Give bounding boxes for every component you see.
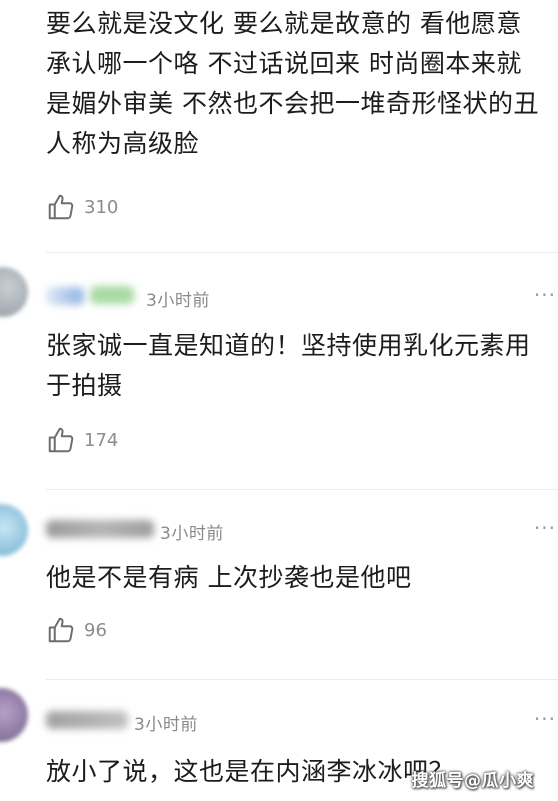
more-dots-icon[interactable]: ···: [534, 516, 556, 540]
comment-text: 张家诚一直是知道的！坚持使用乳化元素用于拍摄: [46, 331, 531, 400]
username[interactable]: [46, 711, 128, 729]
avatar[interactable]: [0, 688, 28, 742]
username[interactable]: [90, 286, 134, 304]
comment-text: 要么就是没文化 要么就是故意的 看他愿意承认哪一个咯 不过话说回来 时尚圈本来就…: [46, 9, 539, 158]
comment-time: 3小时前: [146, 291, 210, 311]
comment-time: 3小时前: [134, 715, 198, 735]
comment-item: 要么就是没文化 要么就是故意的 看他愿意承认哪一个咯 不过话说回来 时尚圈本来就…: [0, 0, 558, 250]
more-dots-icon[interactable]: ···: [534, 283, 556, 307]
thumbs-up-icon: [48, 427, 74, 453]
comment-text: 他是不是有病 上次抄袭也是他吧: [46, 563, 412, 592]
comment-time: 3小时前: [160, 524, 224, 544]
like-count: 174: [84, 429, 119, 451]
comment-item: 3小时前 ··· 张家诚一直是知道的！坚持使用乳化元素用于拍摄 174: [0, 253, 558, 488]
like-button[interactable]: 96: [46, 615, 107, 645]
username[interactable]: [46, 287, 84, 305]
more-dots-icon[interactable]: ···: [534, 707, 556, 731]
username[interactable]: [46, 520, 154, 538]
like-count: 310: [84, 196, 119, 218]
watermark: 搜狐号@瓜小爽: [411, 771, 534, 791]
thumbs-up-icon: [48, 194, 74, 220]
like-button[interactable]: 310: [46, 192, 118, 222]
like-button[interactable]: 174: [46, 425, 118, 455]
like-count: 96: [84, 619, 107, 641]
thumbs-up-icon: [48, 617, 74, 643]
comment-item: 3小时前 ··· 他是不是有病 上次抄袭也是他吧 96: [0, 490, 558, 680]
avatar[interactable]: [0, 267, 28, 317]
avatar[interactable]: [0, 504, 28, 556]
